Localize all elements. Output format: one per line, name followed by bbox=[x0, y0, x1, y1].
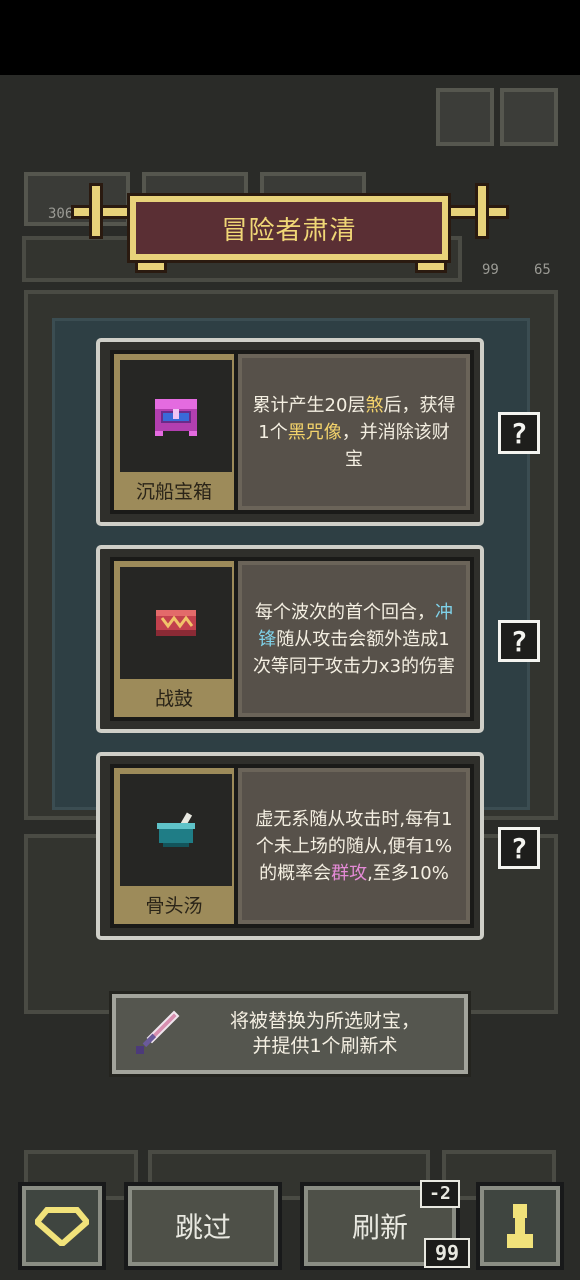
refresh-cost-badge: -2 bbox=[420, 1180, 460, 1208]
settings-button-bg bbox=[500, 88, 558, 146]
title-banner: 冒险者肃清 bbox=[130, 196, 448, 260]
status-bar bbox=[0, 0, 580, 75]
description-text: ，并消除该财宝 bbox=[341, 421, 450, 470]
banner-foot-left bbox=[138, 262, 164, 270]
info-button-1[interactable]: ? bbox=[498, 412, 540, 454]
banner-ornament-left-post bbox=[92, 186, 100, 236]
help-button-bg bbox=[436, 88, 494, 146]
description-text: 随从攻击会额外造成1次等同于攻击力x3的伤害 bbox=[252, 628, 456, 677]
treasure-name: 战鼓 bbox=[154, 688, 193, 710]
gem-button[interactable] bbox=[18, 1182, 106, 1270]
treasure-description: 虚无系随从攻击时,每有1个未上场的随从,便有1%的概率会群攻,至多10% bbox=[250, 806, 458, 887]
treasure-card-2[interactable]: 战鼓 每个波次的首个回合，冲锋随从攻击会额外造成1次等同于攻击力x3的伤害 bbox=[96, 545, 484, 733]
treasure-description: 累计产生20层煞后，获得1个黑咒像，并消除该财宝 bbox=[250, 392, 458, 473]
info-button-3[interactable]: ? bbox=[498, 827, 540, 869]
description-text: 每个波次的首个回合， bbox=[255, 601, 435, 623]
refresh-count-badge: 99 bbox=[424, 1238, 470, 1268]
treasure-card-3[interactable]: 骨头汤 虚无系随从攻击时,每有1个未上场的随从,便有1%的概率会群攻,至多10% bbox=[96, 752, 484, 940]
bg-stat-a: 99 bbox=[482, 262, 499, 278]
tooltip-line-1: 将被替换为所选财宝， bbox=[229, 1010, 420, 1032]
skip-button[interactable]: 跳过 bbox=[124, 1182, 282, 1270]
replace-hint-tooltip: 将被替换为所选财宝， 并提供1个刷新术 bbox=[112, 994, 468, 1074]
keyword-highlight: 群攻 bbox=[331, 862, 368, 884]
keyword-highlight: 黑咒像 bbox=[287, 421, 342, 443]
tooltip-line-2: 并提供1个刷新术 bbox=[252, 1035, 398, 1057]
banner-foot-right bbox=[418, 262, 444, 270]
treasure-name: 骨头汤 bbox=[145, 895, 203, 917]
bg-tab-1: 306 bbox=[24, 172, 130, 226]
treasure-name: 沉船宝箱 bbox=[135, 481, 212, 503]
info-button-2[interactable]: ? bbox=[498, 620, 540, 662]
bg-tab-counter: 306 bbox=[48, 206, 74, 222]
refresh-label: 刷新 bbox=[351, 1211, 408, 1244]
description-text: ,至多10% bbox=[367, 862, 449, 884]
treasure-description: 每个波次的首个回合，冲锋随从攻击会额外造成1次等同于攻击力x3的伤害 bbox=[250, 599, 458, 680]
keyword-highlight: 煞 bbox=[365, 394, 384, 416]
bone-soup-icon bbox=[120, 774, 232, 886]
description-text: 累计产生20层 bbox=[252, 394, 366, 416]
gem-icon bbox=[35, 1207, 89, 1246]
dagger-icon bbox=[116, 998, 196, 1070]
bg-stat-b: 65 bbox=[534, 262, 551, 278]
treasure-card-1[interactable]: 沉船宝箱 累计产生20层煞后，获得1个黑咒像，并消除该财宝 bbox=[96, 338, 484, 526]
character-button[interactable] bbox=[476, 1182, 564, 1270]
page-title: 冒险者肃清 bbox=[221, 215, 357, 246]
sunken-chest-icon bbox=[120, 360, 232, 472]
war-drum-icon bbox=[120, 567, 232, 679]
pawn-icon bbox=[507, 1204, 533, 1248]
banner-ornament-right-post bbox=[478, 186, 486, 236]
